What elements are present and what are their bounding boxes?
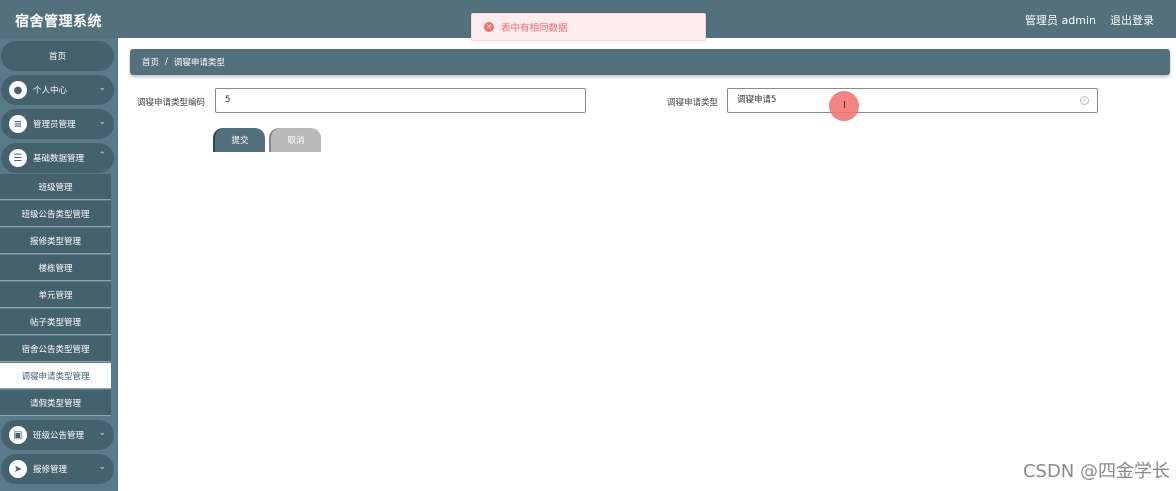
error-icon: ✕	[484, 22, 494, 32]
sidebar-subitem-class[interactable]: 班级管理	[0, 174, 111, 200]
submit-button[interactable]: 提交	[215, 128, 265, 152]
sidebar-subitem-dorm-transfer-type[interactable]: 调寝申请类型管理	[0, 363, 111, 389]
sidebar-subitem-repair-type[interactable]: 报修类型管理	[0, 228, 111, 254]
notice-icon: ▣	[9, 426, 27, 444]
sidebar-subitem-leave-type[interactable]: 请假类型管理	[0, 390, 111, 416]
sidebar-subitem-unit[interactable]: 单元管理	[0, 282, 111, 308]
code-field[interactable]: 5	[215, 88, 586, 113]
breadcrumb-separator: /	[165, 57, 168, 67]
type-field-label: 调寝申请类型	[667, 98, 719, 108]
sidebar: 首页 ● 个人中心 ⌄ ≡ 管理员管理 ⌄ ☰ 基础数据管理 ⌃ 班级管理 班级…	[0, 38, 118, 491]
sidebar-item-label: 个人中心	[33, 86, 68, 96]
sidebar-item-home[interactable]: 首页	[1, 41, 114, 71]
sidebar-item-repair-management[interactable]: ➤ 报修管理 ⌄	[1, 454, 114, 484]
text-cursor-icon: I	[843, 100, 846, 111]
breadcrumb: 首页 / 调寝申请类型	[130, 49, 1170, 75]
watermark: CSDN @四金学长	[1022, 461, 1170, 482]
top-right-area: 管理员 admin 退出登录	[1025, 12, 1154, 28]
sidebar-item-basic-data[interactable]: ☰ 基础数据管理 ⌃	[1, 143, 114, 173]
sidebar-item-label: 首页	[48, 52, 66, 62]
code-field-label: 调寝申请类型编码	[137, 98, 206, 108]
chevron-down-icon: ⌄	[98, 117, 106, 127]
type-field-value: 调寝申请5	[737, 95, 777, 105]
sidebar-subitem-post-type[interactable]: 帖子类型管理	[0, 309, 111, 335]
list-icon: ☰	[9, 149, 27, 167]
sidebar-item-label: 基础数据管理	[33, 154, 85, 164]
breadcrumb-home[interactable]: 首页	[142, 56, 159, 68]
clear-icon[interactable]: ×	[1080, 96, 1089, 105]
chevron-down-icon: ⌄	[98, 428, 106, 438]
sidebar-item-label: 管理员管理	[33, 120, 76, 130]
breadcrumb-current: 调寝申请类型	[173, 58, 225, 68]
chevron-up-icon: ⌃	[98, 151, 106, 161]
admin-icon: ≡	[9, 115, 27, 133]
sidebar-item-label: 报修管理	[33, 465, 68, 475]
sidebar-item-label: 班级公告管理	[33, 431, 85, 441]
error-toast: ✕ 表中有相同数据	[471, 13, 706, 41]
send-icon: ➤	[9, 460, 27, 478]
user-icon: ●	[9, 81, 27, 99]
chevron-down-icon: ⌄	[98, 83, 106, 93]
code-field-value: 5	[225, 95, 231, 105]
sidebar-item-class-notice[interactable]: ▣ 班级公告管理 ⌄	[1, 420, 114, 450]
sidebar-item-admin-management[interactable]: ≡ 管理员管理 ⌄	[1, 109, 114, 139]
sidebar-item-personal-center[interactable]: ● 个人中心 ⌄	[1, 75, 114, 105]
toast-message: 表中有相同数据	[501, 23, 568, 34]
chevron-down-icon: ⌄	[98, 462, 106, 472]
sidebar-subitem-building[interactable]: 楼栋管理	[0, 255, 111, 281]
logout-link[interactable]: 退出登录	[1110, 12, 1154, 28]
sidebar-subitem-dorm-notice-type[interactable]: 宿舍公告类型管理	[0, 336, 111, 362]
type-field[interactable]: 调寝申请5 ×	[727, 88, 1098, 113]
cancel-button[interactable]: 取消	[271, 128, 321, 152]
app-title: 宿舍管理系统	[15, 14, 102, 30]
sidebar-subitem-class-notice-type[interactable]: 班级公告类型管理	[0, 201, 111, 227]
current-user: 管理员 admin	[1025, 14, 1096, 27]
